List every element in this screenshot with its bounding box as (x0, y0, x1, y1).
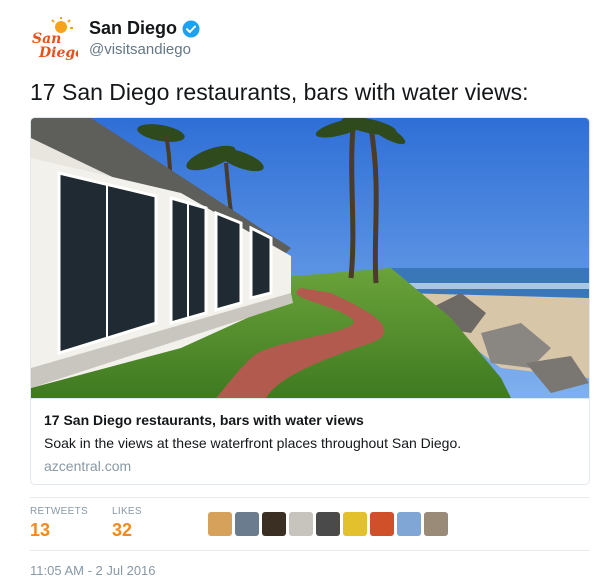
svg-text:Diego: Diego (38, 45, 78, 60)
liker-avatar[interactable] (262, 512, 286, 536)
verified-badge-icon (182, 20, 200, 38)
retweets-count[interactable]: 13 (30, 520, 88, 541)
display-name[interactable]: San Diego (89, 18, 177, 39)
liker-avatar[interactable] (316, 512, 340, 536)
liker-avatars (208, 512, 451, 536)
retweets-label: RETWEETS (30, 506, 88, 517)
tweet-header: San Diego San Diego @visitsandiego (30, 14, 590, 62)
liker-avatar[interactable] (208, 512, 232, 536)
liker-avatar[interactable] (343, 512, 367, 536)
link-card[interactable]: 17 San Diego restaurants, bars with wate… (30, 117, 590, 485)
card-domain[interactable]: azcentral.com (44, 458, 131, 474)
divider (30, 497, 590, 498)
tweet-text: 17 San Diego restaurants, bars with wate… (30, 79, 529, 105)
card-description: Soak in the views at these waterfront pl… (44, 435, 462, 451)
name-row: San Diego (89, 18, 200, 39)
likes-stat[interactable]: LIKES 32 (112, 506, 142, 541)
retweets-stat[interactable]: RETWEETS 13 (30, 506, 88, 541)
liker-avatar[interactable] (289, 512, 313, 536)
likes-count[interactable]: 32 (112, 520, 142, 541)
liker-avatar[interactable] (235, 512, 259, 536)
card-body[interactable]: 17 San Diego restaurants, bars with wate… (31, 398, 589, 484)
avatar[interactable]: San Diego (30, 16, 85, 61)
liker-avatar[interactable] (370, 512, 394, 536)
handle[interactable]: @visitsandiego (89, 41, 191, 58)
liker-avatar[interactable] (424, 512, 448, 536)
liker-avatar[interactable] (397, 512, 421, 536)
divider (30, 550, 590, 551)
timestamp[interactable]: 11:05 AM - 2 Jul 2016 (30, 563, 156, 578)
likes-label: LIKES (112, 506, 142, 517)
card-image[interactable] (31, 118, 589, 398)
card-title[interactable]: 17 San Diego restaurants, bars with wate… (44, 412, 364, 428)
san-diego-logo-icon: San Diego (32, 17, 85, 61)
